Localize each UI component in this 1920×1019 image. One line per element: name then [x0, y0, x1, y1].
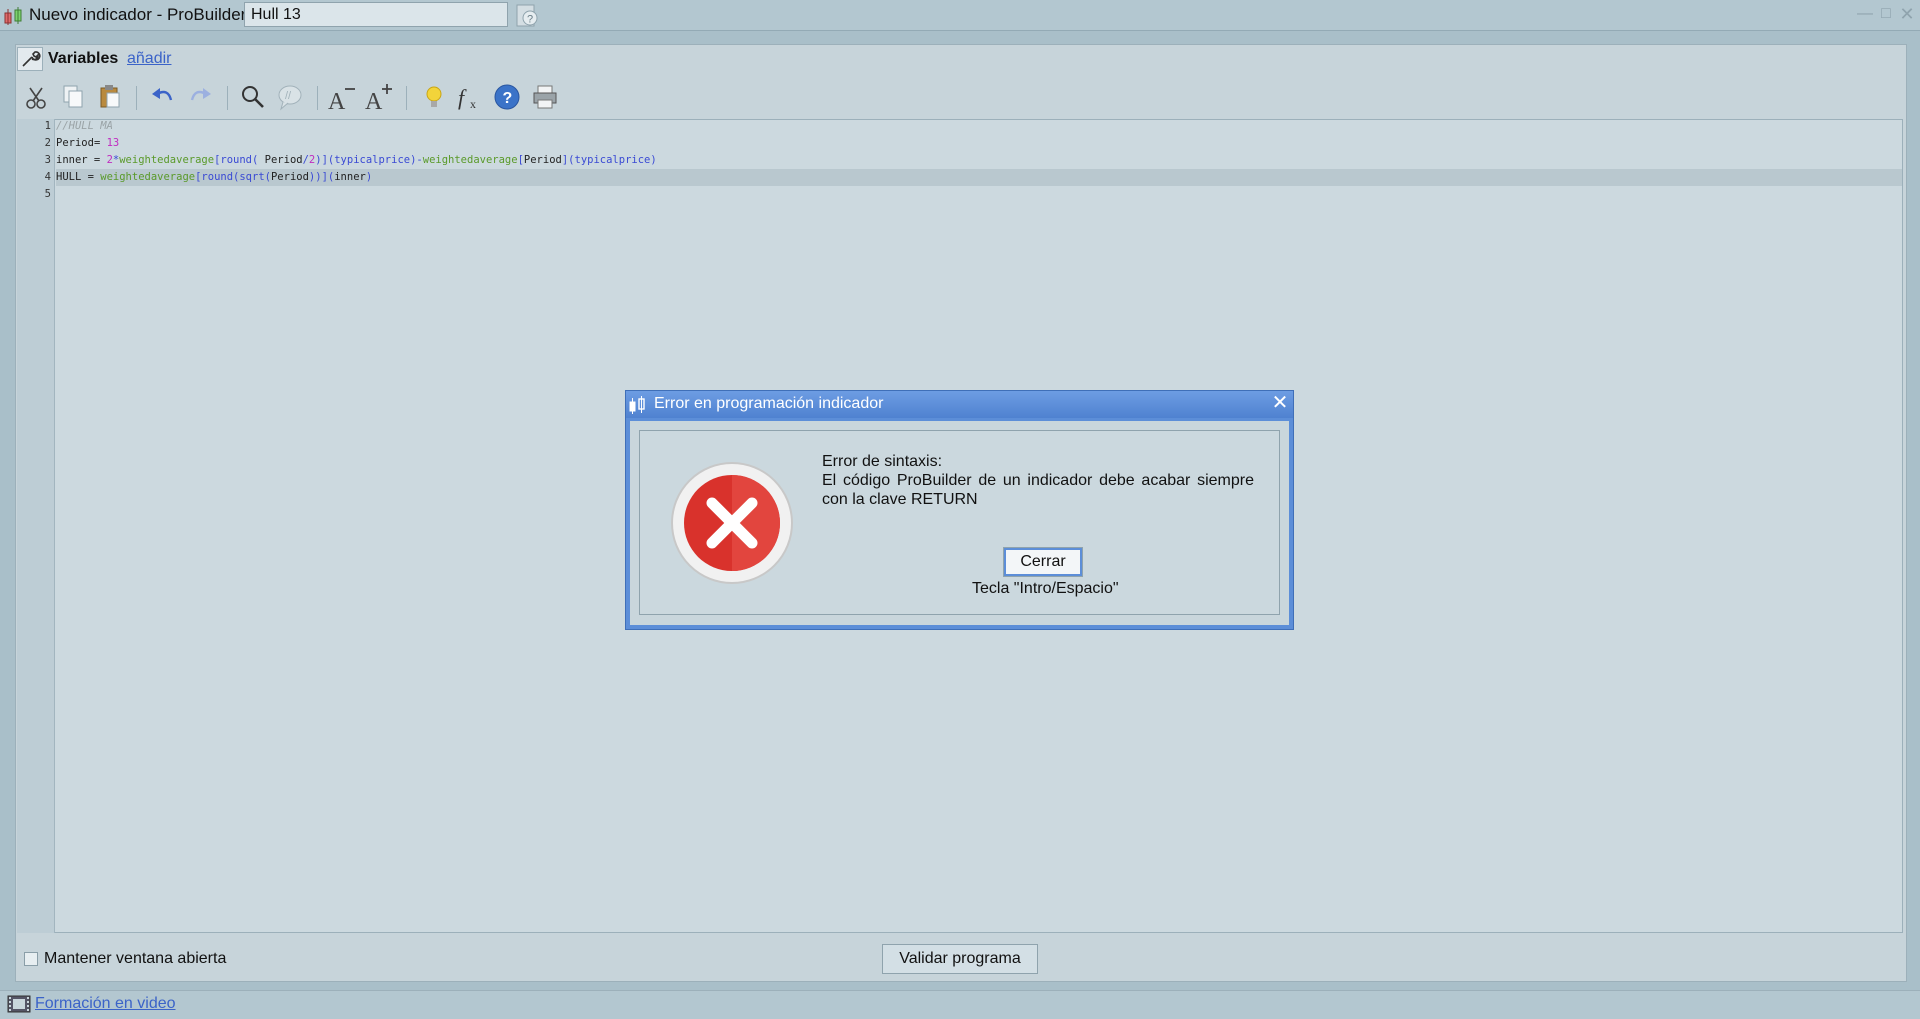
line-number: 1 — [44, 120, 51, 132]
indicator-name-input[interactable] — [244, 2, 508, 27]
svg-text:A: A — [365, 89, 383, 112]
close-window-icon[interactable]: ✕ — [1899, 5, 1915, 23]
minimize-icon[interactable]: — — [1857, 6, 1873, 22]
code-line[interactable]: Period= 13 — [56, 135, 119, 152]
toolbar-divider — [406, 86, 407, 110]
search-icon[interactable] — [238, 82, 268, 112]
keep-open-checkbox[interactable] — [24, 952, 38, 966]
copy-icon[interactable] — [58, 82, 88, 112]
error-title: Error de sintaxis: — [822, 453, 943, 470]
error-message: Error de sintaxis: El código ProBuilder … — [822, 452, 1254, 509]
paste-icon[interactable] — [95, 82, 125, 112]
toolbar-divider — [136, 86, 137, 110]
close-dialog-icon[interactable]: ✕ — [1271, 393, 1289, 413]
wrench-icon[interactable] — [17, 47, 43, 71]
lightbulb-icon[interactable] — [419, 82, 449, 112]
comment-icon[interactable]: // — [275, 82, 305, 112]
toolbar-divider — [317, 86, 318, 110]
scissors-icon[interactable] — [21, 82, 51, 112]
video-film-icon — [7, 995, 31, 1013]
line-number: 2 — [44, 137, 51, 149]
code-line[interactable]: //HULL MA — [56, 118, 113, 135]
svg-text://: // — [285, 90, 292, 102]
footer-bar — [0, 990, 1920, 1019]
app-candlestick-icon — [3, 7, 25, 25]
variables-label: Variables — [48, 50, 119, 67]
line-number-gutter — [17, 119, 55, 933]
help-icon[interactable]: ? — [492, 82, 522, 112]
toolbar-divider — [227, 86, 228, 110]
svg-text:?: ? — [527, 14, 533, 26]
svg-text:?: ? — [503, 90, 513, 107]
error-x-icon — [670, 461, 794, 585]
close-button[interactable]: Cerrar — [1003, 547, 1083, 577]
error-body: El código ProBuilder de un indicador deb… — [822, 472, 1254, 508]
line-number: 4 — [44, 171, 51, 183]
help-document-icon[interactable]: ? — [514, 3, 542, 28]
font-increase-icon[interactable]: A — [364, 82, 394, 115]
svg-text:A: A — [328, 89, 346, 112]
undo-icon[interactable] — [148, 82, 178, 112]
app-candlestick-icon — [628, 396, 648, 414]
keep-open-label: Mantener ventana abierta — [44, 950, 227, 967]
print-icon[interactable] — [530, 82, 560, 112]
svg-text:x: x — [470, 97, 476, 111]
line-number: 5 — [44, 188, 51, 200]
video-training-link[interactable]: Formación en video — [35, 995, 176, 1013]
code-line[interactable]: inner = 2*weightedaverage[round( Period/… — [56, 152, 657, 169]
add-variable-link[interactable]: añadir — [127, 50, 171, 68]
redo-icon[interactable] — [185, 82, 215, 112]
code-line[interactable]: HULL = weightedaverage[round(sqrt(Period… — [56, 169, 372, 186]
function-icon[interactable]: fx — [455, 82, 485, 112]
error-dialog-title: Error en programación indicador — [654, 395, 884, 412]
line-number: 3 — [44, 154, 51, 166]
validate-program-button[interactable]: Validar programa — [882, 944, 1038, 974]
svg-text:f: f — [458, 85, 467, 110]
keyboard-hint: Tecla "Intro/Espacio" — [972, 580, 1119, 597]
maximize-icon[interactable]: □ — [1878, 6, 1894, 22]
window-title: Nuevo indicador - ProBuilder - — [29, 5, 257, 24]
font-decrease-icon[interactable]: A — [327, 82, 357, 115]
